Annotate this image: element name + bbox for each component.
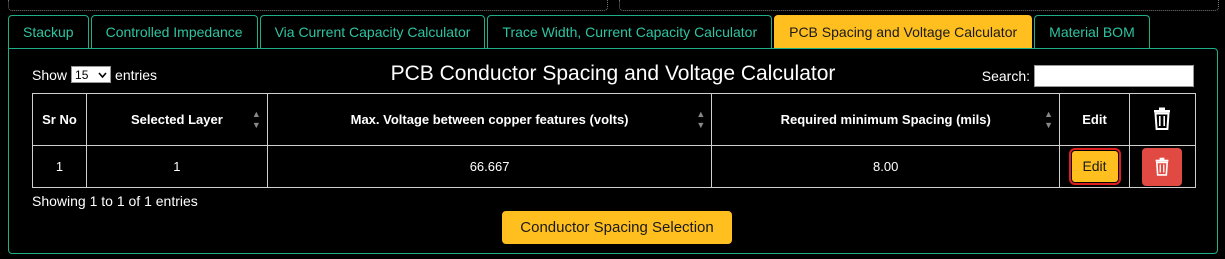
sort-icon: ▲ ▼ — [251, 108, 261, 130]
tab-bar: Stackup Controlled Impedance Via Current… — [8, 15, 1152, 48]
spacing-table: Sr No Selected Layer ▲ ▼ Max. Voltage betw… — [32, 93, 1197, 188]
tab-pcb-spacing-voltage[interactable]: PCB Spacing and Voltage Calculator — [774, 15, 1033, 48]
sort-icon: ▲ ▼ — [696, 108, 706, 130]
col-header-sr-no[interactable]: Sr No — [32, 93, 87, 146]
col-header-delete[interactable] — [1128, 93, 1197, 146]
table-info: Showing 1 to 1 of 1 entries — [32, 193, 198, 209]
table-row: 1 1 66.667 8.00 Edit — [32, 145, 1197, 188]
col-header-min-spacing[interactable]: Required minimum Spacing (mils) ▲ ▼ — [711, 93, 1061, 146]
delete-button[interactable] — [1142, 147, 1183, 186]
col-header-edit: Edit — [1059, 93, 1130, 146]
tab-stackup[interactable]: Stackup — [8, 15, 89, 48]
cell-max-voltage: 66.667 — [266, 145, 713, 188]
cell-selected-layer: 1 — [85, 145, 268, 188]
search-control: Search: — [982, 65, 1194, 87]
cell-delete — [1128, 145, 1197, 188]
tab-controlled-impedance[interactable]: Controlled Impedance — [90, 15, 258, 48]
trash-icon — [1154, 107, 1171, 130]
tab-trace-width[interactable]: Trace Width, Current Capacity Calculator — [487, 15, 773, 48]
cell-min-spacing: 8.00 — [711, 145, 1061, 188]
search-input[interactable] — [1034, 65, 1194, 87]
sort-icon: ▲ ▼ — [1044, 108, 1054, 130]
top-divider-left — [8, 0, 608, 11]
col-header-selected-layer[interactable]: Selected Layer ▲ ▼ — [85, 93, 268, 146]
top-divider-right — [619, 0, 1219, 11]
conductor-spacing-selection-button[interactable]: Conductor Spacing Selection — [502, 211, 732, 244]
cell-edit: Edit — [1059, 145, 1130, 188]
col-header-max-voltage[interactable]: Max. Voltage between copper features (vo… — [266, 93, 713, 146]
tab-material-bom[interactable]: Material BOM — [1034, 15, 1150, 48]
tab-via-current-capacity[interactable]: Via Current Capacity Calculator — [259, 15, 486, 48]
calculator-panel: Show 15 entries PCB Conductor Spacing an… — [8, 48, 1218, 254]
edit-button[interactable]: Edit — [1068, 148, 1121, 185]
cell-sr-no: 1 — [32, 145, 87, 188]
trash-icon — [1156, 157, 1169, 176]
search-label: Search: — [981, 68, 1030, 84]
table-header-row: Sr No Selected Layer ▲ ▼ Max. Voltage betw… — [32, 93, 1197, 146]
